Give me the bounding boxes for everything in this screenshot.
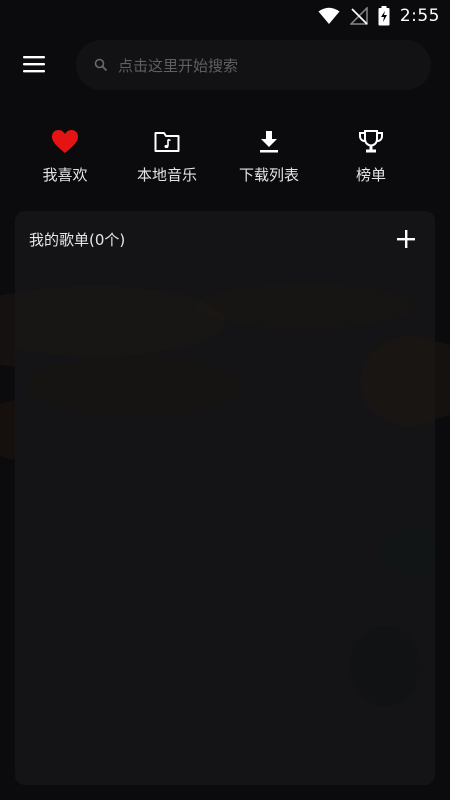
search-icon (94, 58, 108, 72)
quick-item-label: 下载列表 (238, 166, 299, 184)
card-background-texture (15, 284, 435, 706)
search-bar[interactable]: 点击这里开始搜索 (76, 40, 431, 90)
quick-item-label: 本地音乐 (136, 166, 197, 184)
menu-button[interactable] (20, 50, 50, 78)
my-playlists-card: 我的歌单(0个) (15, 211, 435, 785)
battery-charging-icon (378, 6, 390, 26)
playlist-title: 我的歌单(0个) (29, 230, 126, 249)
music-folder-icon (154, 132, 180, 152)
status-time: 2:55 (399, 6, 440, 26)
quick-item-label: 我喜欢 (42, 166, 88, 184)
download-icon (260, 131, 278, 153)
plus-icon (397, 230, 415, 248)
trophy-icon (359, 130, 383, 153)
quick-item-favorites[interactable]: 我喜欢 (15, 128, 115, 188)
playlist-header: 我的歌单(0个) (15, 211, 435, 267)
hamburger-menu-icon (23, 56, 45, 73)
heart-icon (52, 130, 78, 153)
quick-item-label: 榜单 (355, 166, 386, 184)
wifi-icon (318, 7, 340, 25)
search-placeholder: 点击这里开始搜索 (118, 56, 239, 75)
quick-actions: 我喜欢 本地音乐 下载列表 榜单 (0, 128, 450, 188)
quick-item-charts[interactable]: 榜单 (321, 128, 421, 188)
status-bar: 2:55 (0, 0, 450, 32)
top-bar: 点击这里开始搜索 (0, 40, 450, 90)
quick-item-downloads[interactable]: 下载列表 (219, 128, 319, 188)
no-signal-icon (349, 7, 368, 25)
quick-item-local-music[interactable]: 本地音乐 (117, 128, 217, 188)
add-playlist-button[interactable] (395, 228, 417, 250)
